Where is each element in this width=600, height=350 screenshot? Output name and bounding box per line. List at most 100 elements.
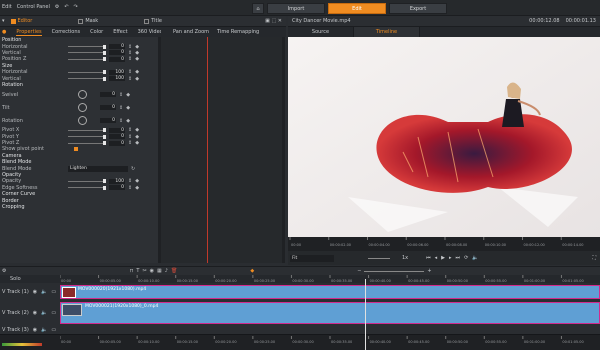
undo-icon[interactable]: ↶	[64, 4, 68, 10]
keyframe-icon[interactable]: ◆	[135, 56, 139, 62]
slider-handle[interactable]	[103, 141, 106, 146]
opacity-slider[interactable]	[68, 180, 104, 182]
solo-label[interactable]: Solo	[10, 276, 21, 282]
tab-properties[interactable]: Properties	[16, 29, 42, 36]
keyframe-icon[interactable]: ◆	[135, 140, 139, 146]
tab-mask[interactable]: Mask	[78, 18, 98, 24]
horizontal-slider[interactable]	[68, 46, 104, 48]
menu-control-panel[interactable]: Control Panel	[17, 4, 50, 10]
pivot-x-slider[interactable]	[68, 129, 104, 131]
keyframe-icon[interactable]: ◆	[126, 92, 130, 98]
clip-video-2[interactable]: MOV000021(1920x1080)_0.mp4	[60, 302, 600, 324]
tool-audio-icon[interactable]: ♪	[165, 268, 168, 274]
zoom-out-icon[interactable]: −	[357, 268, 361, 274]
slider-handle[interactable]	[103, 50, 106, 55]
vertical-value[interactable]: 0	[109, 50, 125, 56]
stepper-icon[interactable]: ⇕	[128, 140, 132, 146]
stepper-icon[interactable]: ⇕	[128, 134, 132, 140]
preview-ruler[interactable]: 00:00 00:00:02.00 00:00:04.00 00:00:06.00 00…	[288, 237, 600, 251]
keyframe-icon[interactable]: ◆	[135, 127, 139, 133]
speed-dropdown[interactable]: 1x	[402, 255, 408, 261]
speaker-icon[interactable]: 🔈	[41, 310, 47, 316]
title-checkbox[interactable]	[144, 18, 150, 24]
home-button[interactable]: ⌂	[252, 3, 264, 14]
pivot-z-value[interactable]: 0	[109, 140, 125, 146]
loop-icon[interactable]: ⟳	[464, 255, 468, 261]
zoom-slider[interactable]	[364, 270, 425, 272]
monitor-icon[interactable]: ▭	[51, 327, 56, 333]
tab-pan-zoom[interactable]: Pan and Zoom	[173, 29, 209, 35]
keyframe-icon[interactable]: ◆	[135, 50, 139, 56]
size-h-slider[interactable]	[68, 71, 104, 73]
keyframe-icon[interactable]: ◆	[135, 69, 139, 75]
redo-icon[interactable]: ↷	[74, 4, 78, 10]
blend-mode-select[interactable]: Lighten	[68, 165, 128, 172]
keyframe-icon[interactable]: ◆	[135, 44, 139, 50]
keyframe-icon[interactable]: ◆	[135, 76, 139, 82]
edit-button[interactable]: Edit	[328, 3, 386, 14]
stepper-icon[interactable]: ⇕	[128, 50, 132, 56]
slider-handle[interactable]	[103, 76, 106, 81]
fullscreen-icon[interactable]: ⛶	[592, 255, 596, 261]
import-button[interactable]: Import	[267, 3, 325, 14]
keyframe-icon[interactable]: ◆	[126, 118, 130, 124]
position-z-value[interactable]: 0	[109, 56, 125, 62]
preview-scrubber[interactable]: 00:00 00:00:02.00 00:00:04.00 00:00:06.00 00…	[288, 237, 600, 251]
tab-title[interactable]: Title	[144, 18, 162, 24]
stepper-icon[interactable]: ⇕	[128, 178, 132, 184]
tab-color[interactable]: Color	[90, 29, 103, 35]
video-preview[interactable]	[288, 37, 600, 237]
menu-edit[interactable]: Edit	[2, 4, 12, 10]
tool-trash-icon[interactable]: 🗑	[171, 268, 177, 274]
keyframe-area[interactable]	[161, 37, 285, 263]
eye-icon[interactable]: ◉	[33, 327, 37, 333]
fit-dropdown[interactable]: Fit	[290, 254, 334, 262]
tab-timeline[interactable]: Timeline	[354, 27, 420, 37]
pivot-y-slider[interactable]	[68, 136, 104, 138]
stepper-icon[interactable]: ⇕	[128, 76, 132, 82]
tool-grid-icon[interactable]: ▦	[157, 268, 162, 274]
tab-360-video[interactable]: 360 Video	[138, 29, 163, 35]
tool-marker-icon[interactable]: ◆	[250, 268, 254, 274]
stepper-icon[interactable]: ⇕	[128, 185, 132, 191]
speaker-icon[interactable]: 🔈	[41, 289, 47, 295]
size-v-slider[interactable]	[68, 78, 104, 80]
show-pivot-checkbox[interactable]	[74, 147, 78, 152]
tab-editor[interactable]: Editor	[10, 18, 32, 24]
tool-settings-icon[interactable]: ⚙	[2, 268, 6, 274]
settings-icon[interactable]: ⚙	[55, 4, 59, 10]
mask-checkbox[interactable]	[78, 18, 84, 24]
size-v-value[interactable]: 100	[109, 76, 125, 82]
rotation-dial[interactable]	[78, 116, 87, 126]
step-forward-icon[interactable]: ▸	[449, 255, 452, 261]
skip-forward-icon[interactable]: ⏭	[456, 255, 461, 261]
panel-tools-icons[interactable]: ▣ ⬚ ✕	[265, 18, 282, 24]
slider-handle[interactable]	[103, 44, 106, 49]
skip-back-icon[interactable]: ⏮	[426, 255, 431, 261]
stepper-icon[interactable]: ⇕	[128, 127, 132, 133]
horizontal-value[interactable]: 0	[109, 44, 125, 50]
section-cropping[interactable]: Cropping	[0, 204, 160, 210]
clip-video-1[interactable]: MOV000020(1921x1080).mp4	[60, 285, 600, 299]
volume-icon[interactable]: 🔈	[472, 255, 478, 261]
swivel-value[interactable]: 0	[100, 92, 116, 98]
slider-handle[interactable]	[103, 179, 106, 184]
monitor-icon[interactable]: ▭	[51, 310, 56, 316]
zoom-in-icon[interactable]: +	[427, 268, 431, 274]
tilt-dial[interactable]	[78, 103, 87, 113]
tool-text-icon[interactable]: T	[136, 268, 139, 274]
tab-effect[interactable]: Effect	[113, 29, 127, 35]
keyframe-icon[interactable]: ◆	[135, 185, 139, 191]
size-h-value[interactable]: 100	[109, 69, 125, 75]
keyframe-playhead[interactable]	[207, 37, 208, 263]
stepper-icon[interactable]: ⇕	[119, 118, 123, 124]
rotation-value[interactable]: 0	[100, 118, 116, 124]
tool-cut-icon[interactable]: ✂	[142, 268, 146, 274]
keyframe-scrollbar[interactable]	[282, 37, 285, 263]
gear-icon[interactable]: ●	[2, 29, 6, 35]
pivot-x-value[interactable]: 0	[109, 127, 125, 133]
slider-handle[interactable]	[103, 57, 106, 62]
timeline-bottom-ruler[interactable]: 00:00 00:00:05.00 00:00:10.00 00:00:15.00 00…	[60, 336, 600, 344]
keyframe-icon[interactable]: ◆	[135, 134, 139, 140]
pivot-y-value[interactable]: 0	[109, 134, 125, 140]
